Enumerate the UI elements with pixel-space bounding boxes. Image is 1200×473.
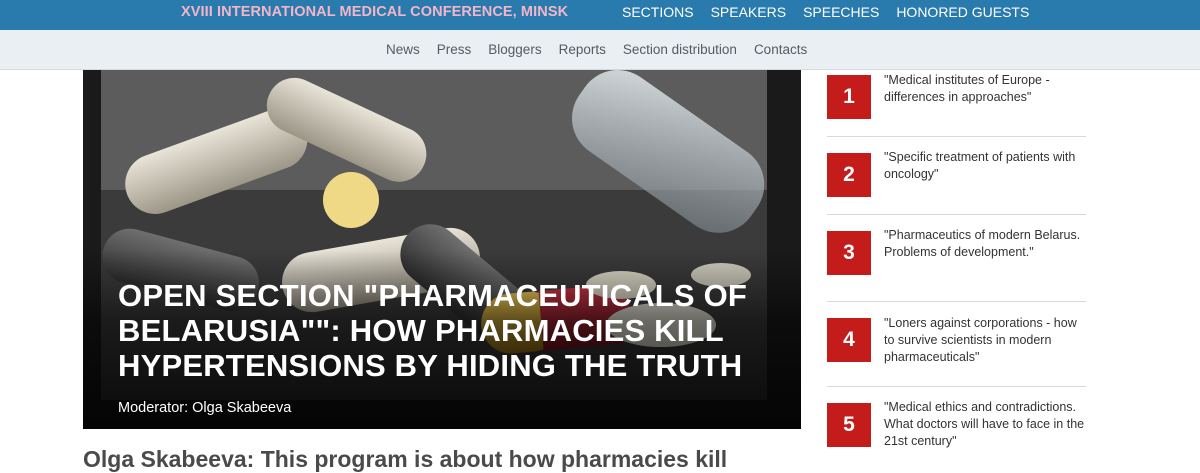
- hero-feature[interactable]: OPEN SECTION "PHARMACEUTICALS OF BELARUS…: [83, 70, 801, 429]
- list-item[interactable]: 1 "Medical institutes of Europe - differ…: [827, 70, 1086, 137]
- nav-honored-guests[interactable]: HONORED GUESTS: [896, 4, 1029, 20]
- main-nav: SECTIONS SPEAKERS SPEECHES HONORED GUEST…: [622, 4, 1046, 20]
- subnav-news[interactable]: News: [386, 42, 420, 57]
- nav-sections[interactable]: SECTIONS: [622, 4, 694, 20]
- list-item-number[interactable]: 2: [827, 153, 871, 197]
- nav-speakers[interactable]: SPEAKERS: [711, 4, 786, 20]
- list-item-title[interactable]: "Pharmaceutics of modern Belarus. Proble…: [884, 227, 1089, 261]
- subnav-reports[interactable]: Reports: [559, 42, 606, 57]
- list-item[interactable]: 4 "Loners against corporations - how to …: [827, 302, 1086, 387]
- secondary-nav-bar: News Press Bloggers Reports Section dist…: [0, 30, 1200, 70]
- list-item[interactable]: 2 "Specific treatment of patients with o…: [827, 137, 1086, 215]
- list-item-title[interactable]: "Specific treatment of patients with onc…: [884, 149, 1089, 183]
- subnav-section-distribution[interactable]: Section distribution: [623, 42, 737, 57]
- subnav-contacts[interactable]: Contacts: [754, 42, 807, 57]
- site-title-link[interactable]: XVIII INTERNATIONAL MEDICAL CONFERENCE, …: [181, 4, 568, 20]
- list-item-title[interactable]: "Medical ethics and contradictions. What…: [884, 399, 1089, 450]
- list-item-number[interactable]: 1: [827, 75, 871, 119]
- list-item-number[interactable]: 5: [827, 403, 871, 447]
- list-item-title[interactable]: "Loners against corporations - how to su…: [884, 315, 1089, 366]
- top-header-bar: XVIII INTERNATIONAL MEDICAL CONFERENCE, …: [0, 0, 1200, 30]
- hero-moderator: Moderator: Olga Skabeeva: [118, 400, 292, 416]
- subnav-bloggers[interactable]: Bloggers: [488, 42, 541, 57]
- list-item-title[interactable]: "Medical institutes of Europe - differen…: [884, 72, 1089, 106]
- list-item[interactable]: 5 "Medical ethics and contradictions. Wh…: [827, 387, 1086, 473]
- hero-headline[interactable]: OPEN SECTION "PHARMACEUTICALS OF BELARUS…: [118, 278, 778, 383]
- subnav-press[interactable]: Press: [437, 42, 472, 57]
- secondary-nav: News Press Bloggers Reports Section dist…: [386, 42, 824, 57]
- nav-speeches[interactable]: SPEECHES: [803, 4, 879, 20]
- list-item[interactable]: 3 "Pharmaceutics of modern Belarus. Prob…: [827, 215, 1086, 302]
- list-item-number[interactable]: 3: [827, 231, 871, 275]
- list-item-number[interactable]: 4: [827, 318, 871, 362]
